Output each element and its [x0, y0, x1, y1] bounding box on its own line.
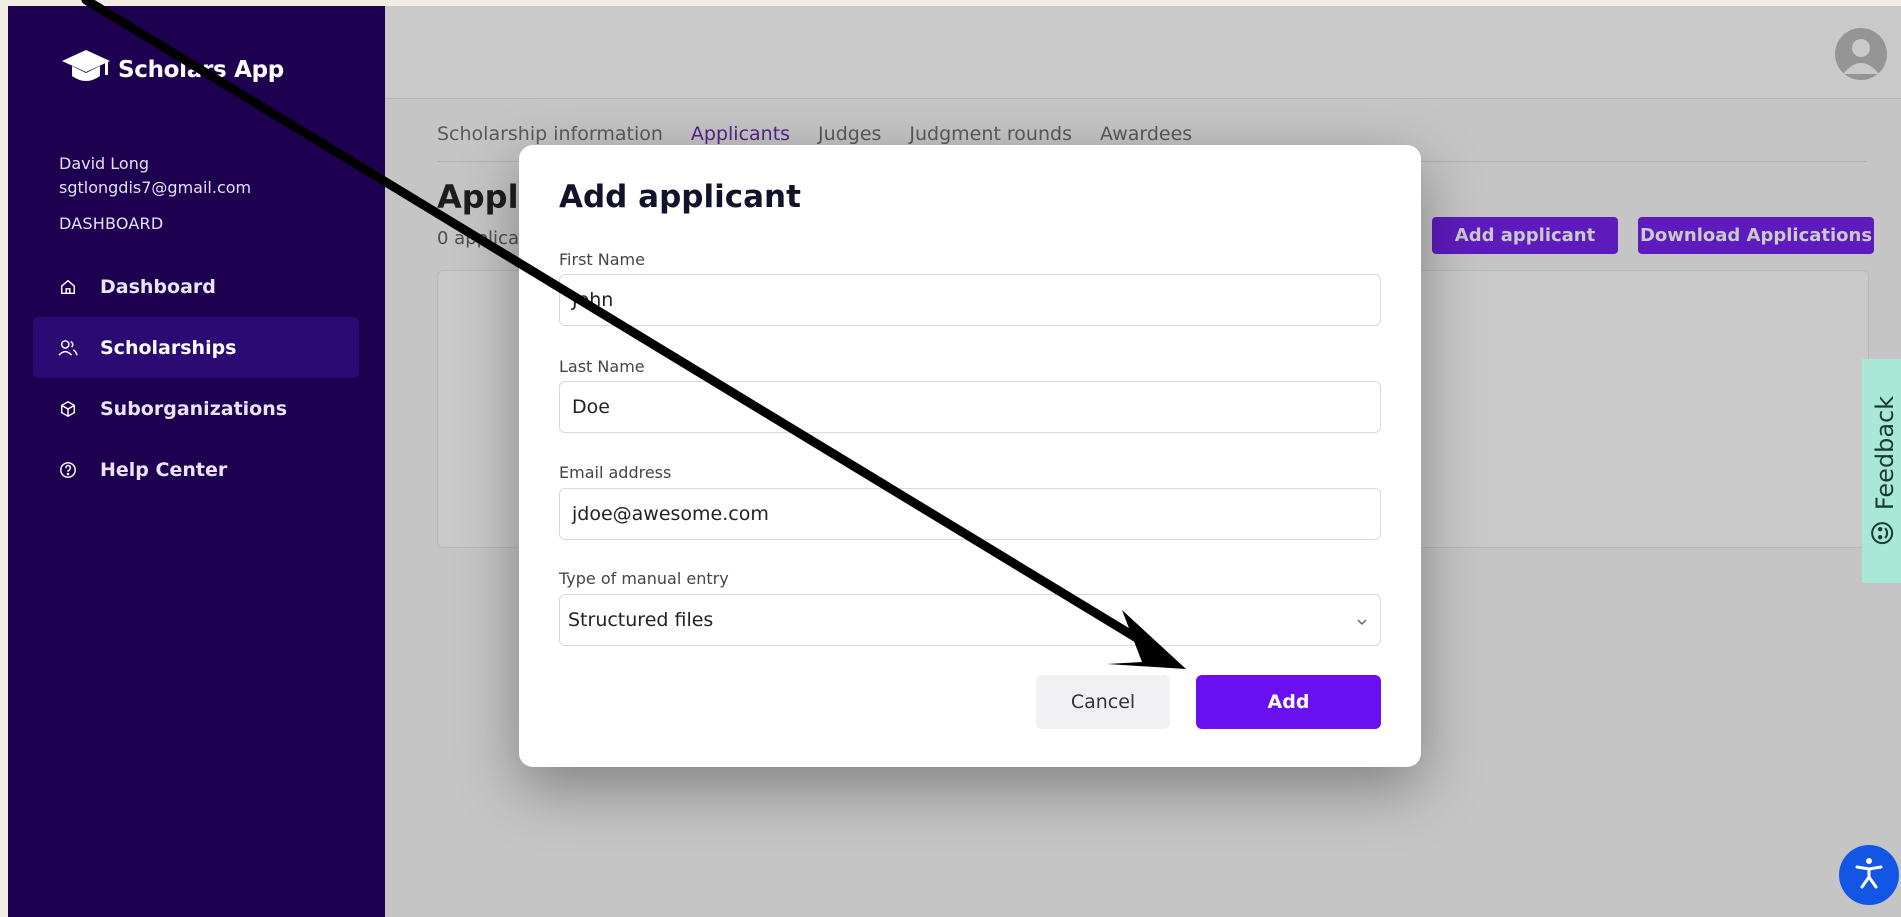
email-field[interactable]: jdoe@awesome.com: [559, 488, 1381, 540]
first-name-label: First Name: [559, 250, 645, 269]
app-frame: Scholars App David Long sgtlongdis7@gmai…: [8, 6, 1901, 917]
entry-type-label: Type of manual entry: [559, 569, 729, 588]
feedback-tab[interactable]: Feedback: [1862, 359, 1901, 583]
cancel-button[interactable]: Cancel: [1036, 675, 1170, 729]
sidebar-item-dashboard[interactable]: Dashboard: [33, 256, 359, 317]
sidebar-item-suborganizations[interactable]: Suborganizations: [33, 378, 359, 439]
feedback-icon: [1870, 520, 1901, 546]
user-info: David Long sgtlongdis7@gmail.com: [59, 152, 251, 200]
sidebar-section-label: DASHBOARD: [59, 214, 164, 233]
sidebar: Scholars App David Long sgtlongdis7@gmai…: [8, 6, 385, 917]
user-email: sgtlongdis7@gmail.com: [59, 178, 252, 197]
sidebar-item-label: Suborganizations: [100, 397, 288, 420]
user-name: David Long: [59, 154, 149, 173]
graduation-cap-icon: [60, 48, 112, 92]
add-button[interactable]: Add: [1196, 675, 1381, 729]
app-name: Scholars App: [118, 57, 284, 83]
last-name-label: Last Name: [559, 357, 645, 376]
modal-title: Add applicant: [559, 179, 801, 215]
add-applicant-modal: Add applicant First Name John Last Name …: [519, 145, 1421, 767]
feedback-label: Feedback: [1871, 395, 1900, 511]
sidebar-item-label: Help Center: [100, 458, 228, 481]
chevron-down-icon: [1356, 611, 1368, 633]
first-name-field[interactable]: John: [559, 274, 1381, 326]
sidebar-item-label: Scholarships: [100, 336, 237, 359]
home-icon: [58, 277, 78, 297]
sidebar-item-label: Dashboard: [100, 275, 216, 298]
last-name-field[interactable]: Doe: [559, 381, 1381, 433]
cube-icon: [58, 399, 78, 419]
email-label: Email address: [559, 463, 672, 482]
entry-type-value: Structured files: [568, 609, 714, 631]
users-icon: [58, 338, 78, 358]
app-logo[interactable]: Scholars App: [60, 48, 284, 92]
accessibility-icon: [1850, 854, 1888, 896]
sidebar-item-help-center[interactable]: Help Center: [33, 439, 359, 500]
sidebar-item-scholarships[interactable]: Scholarships: [33, 317, 359, 378]
sidebar-nav: Dashboard Scholarships Suborganizations …: [33, 256, 359, 500]
accessibility-button[interactable]: [1839, 845, 1899, 905]
entry-type-select[interactable]: Structured files: [559, 594, 1381, 646]
help-circle-icon: [58, 460, 78, 480]
